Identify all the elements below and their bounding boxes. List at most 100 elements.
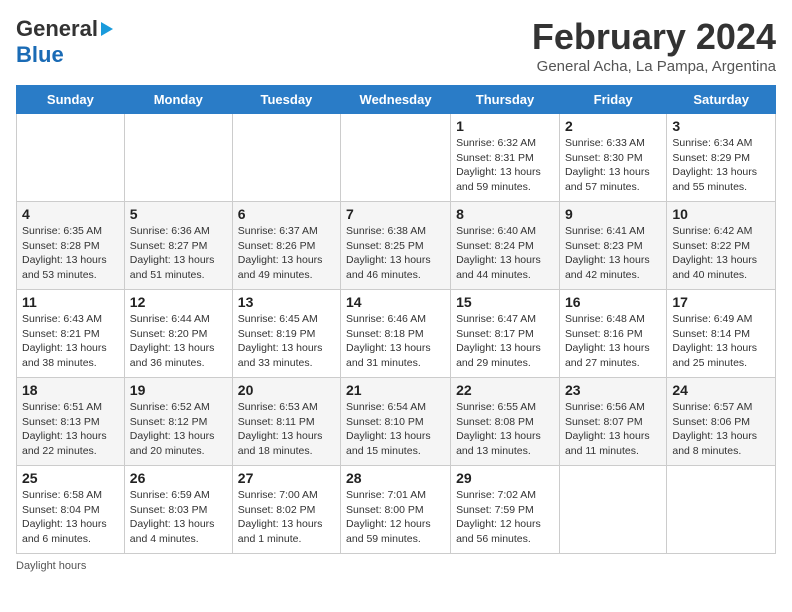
day-info: Sunrise: 6:43 AM Sunset: 8:21 PM Dayligh… bbox=[22, 312, 119, 371]
day-info: Sunrise: 6:40 AM Sunset: 8:24 PM Dayligh… bbox=[456, 224, 554, 283]
day-number: 15 bbox=[456, 294, 554, 310]
calendar-cell: 7 Sunrise: 6:38 AM Sunset: 8:25 PM Daylig… bbox=[341, 202, 451, 290]
calendar-cell: 18Sunrise: 6:51 AM Sunset: 8:13 PM Dayli… bbox=[17, 378, 125, 466]
day-info: Sunrise: 6:53 AM Sunset: 8:11 PM Dayligh… bbox=[238, 400, 335, 459]
calendar-cell bbox=[17, 114, 125, 202]
day-info: Sunrise: 6:57 AM Sunset: 8:06 PM Dayligh… bbox=[672, 400, 770, 459]
calendar-table: SundayMondayTuesdayWednesdayThursdayFrid… bbox=[16, 85, 776, 554]
calendar-day-header: Friday bbox=[559, 86, 666, 114]
calendar-day-header: Thursday bbox=[451, 86, 560, 114]
calendar-cell: 6 Sunrise: 6:37 AM Sunset: 8:26 PM Daylig… bbox=[232, 202, 340, 290]
calendar-cell: 2 Sunrise: 6:33 AM Sunset: 8:30 PM Daylig… bbox=[559, 114, 666, 202]
calendar-cell: 13 Sunrise: 6:45 AM Sunset: 8:19 PM Dayli… bbox=[232, 290, 340, 378]
day-info: Sunrise: 6:52 AM Sunset: 8:12 PM Dayligh… bbox=[130, 400, 227, 459]
day-info: Sunrise: 6:38 AM Sunset: 8:25 PM Dayligh… bbox=[346, 224, 445, 283]
day-info: Sunrise: 6:46 AM Sunset: 8:18 PM Dayligh… bbox=[346, 312, 445, 371]
day-number: 26 bbox=[130, 470, 227, 486]
day-info: Sunrise: 6:55 AM Sunset: 8:08 PM Dayligh… bbox=[456, 400, 554, 459]
page-title: February 2024 bbox=[532, 16, 776, 58]
day-number: 8 bbox=[456, 206, 554, 222]
calendar-cell: 5 Sunrise: 6:36 AM Sunset: 8:27 PM Daylig… bbox=[124, 202, 232, 290]
day-info: Sunrise: 6:42 AM Sunset: 8:22 PM Dayligh… bbox=[672, 224, 770, 283]
calendar-cell: 3Sunrise: 6:34 AM Sunset: 8:29 PM Daylig… bbox=[667, 114, 776, 202]
calendar-cell: 26 Sunrise: 6:59 AM Sunset: 8:03 PM Dayli… bbox=[124, 466, 232, 554]
calendar-week-row: 25 Sunrise: 6:58 AM Sunset: 8:04 PM Dayli… bbox=[17, 466, 776, 554]
logo: General Blue bbox=[16, 16, 114, 68]
calendar-day-header: Wednesday bbox=[341, 86, 451, 114]
day-info: Sunrise: 6:35 AM Sunset: 8:28 PM Dayligh… bbox=[22, 224, 119, 283]
day-info: Sunrise: 6:58 AM Sunset: 8:04 PM Dayligh… bbox=[22, 488, 119, 547]
day-number: 4 bbox=[22, 206, 119, 222]
day-info: Sunrise: 7:01 AM Sunset: 8:00 PM Dayligh… bbox=[346, 488, 445, 547]
calendar-cell: 19 Sunrise: 6:52 AM Sunset: 8:12 PM Dayli… bbox=[124, 378, 232, 466]
calendar-body: 1 Sunrise: 6:32 AM Sunset: 8:31 PM Daylig… bbox=[17, 114, 776, 554]
day-info: Sunrise: 6:48 AM Sunset: 8:16 PM Dayligh… bbox=[565, 312, 661, 371]
day-number: 23 bbox=[565, 382, 661, 398]
day-number: 13 bbox=[238, 294, 335, 310]
day-info: Sunrise: 7:00 AM Sunset: 8:02 PM Dayligh… bbox=[238, 488, 335, 547]
calendar-cell: 12Sunrise: 6:44 AM Sunset: 8:20 PM Dayli… bbox=[124, 290, 232, 378]
day-info: Sunrise: 6:44 AM Sunset: 8:20 PM Dayligh… bbox=[130, 312, 227, 371]
calendar-cell: 20Sunrise: 6:53 AM Sunset: 8:11 PM Dayli… bbox=[232, 378, 340, 466]
day-info: Sunrise: 6:37 AM Sunset: 8:26 PM Dayligh… bbox=[238, 224, 335, 283]
day-number: 19 bbox=[130, 382, 227, 398]
day-number: 6 bbox=[238, 206, 335, 222]
logo-general: General bbox=[16, 16, 98, 42]
day-number: 18 bbox=[22, 382, 119, 398]
day-number: 5 bbox=[130, 206, 227, 222]
day-number: 21 bbox=[346, 382, 445, 398]
day-number: 14 bbox=[346, 294, 445, 310]
day-info: Sunrise: 6:32 AM Sunset: 8:31 PM Dayligh… bbox=[456, 136, 554, 195]
day-info: Sunrise: 6:45 AM Sunset: 8:19 PM Dayligh… bbox=[238, 312, 335, 371]
calendar-cell bbox=[232, 114, 340, 202]
calendar-cell bbox=[341, 114, 451, 202]
calendar-cell: 9 Sunrise: 6:41 AM Sunset: 8:23 PM Daylig… bbox=[559, 202, 666, 290]
calendar-day-header: Monday bbox=[124, 86, 232, 114]
calendar-cell: 23 Sunrise: 6:56 AM Sunset: 8:07 PM Dayli… bbox=[559, 378, 666, 466]
page-subtitle: General Acha, La Pampa, Argentina bbox=[532, 58, 776, 75]
calendar-week-row: 18Sunrise: 6:51 AM Sunset: 8:13 PM Dayli… bbox=[17, 378, 776, 466]
calendar-cell: 24 Sunrise: 6:57 AM Sunset: 8:06 PM Dayli… bbox=[667, 378, 776, 466]
day-number: 24 bbox=[672, 382, 770, 398]
calendar-week-row: 11Sunrise: 6:43 AM Sunset: 8:21 PM Dayli… bbox=[17, 290, 776, 378]
calendar-day-header: Sunday bbox=[17, 86, 125, 114]
calendar-cell: 8 Sunrise: 6:40 AM Sunset: 8:24 PM Daylig… bbox=[451, 202, 560, 290]
calendar-cell: 25 Sunrise: 6:58 AM Sunset: 8:04 PM Dayli… bbox=[17, 466, 125, 554]
day-info: Sunrise: 6:47 AM Sunset: 8:17 PM Dayligh… bbox=[456, 312, 554, 371]
calendar-cell bbox=[559, 466, 666, 554]
calendar-day-header: Saturday bbox=[667, 86, 776, 114]
day-number: 25 bbox=[22, 470, 119, 486]
day-info: Sunrise: 6:41 AM Sunset: 8:23 PM Dayligh… bbox=[565, 224, 661, 283]
day-number: 16 bbox=[565, 294, 661, 310]
day-number: 3 bbox=[672, 118, 770, 134]
header: General Blue February 2024 General Acha,… bbox=[16, 16, 776, 75]
day-info: Sunrise: 6:36 AM Sunset: 8:27 PM Dayligh… bbox=[130, 224, 227, 283]
title-area: February 2024 General Acha, La Pampa, Ar… bbox=[532, 16, 776, 75]
calendar-day-header: Tuesday bbox=[232, 86, 340, 114]
day-number: 17 bbox=[672, 294, 770, 310]
calendar-footer: Daylight hours bbox=[16, 560, 776, 572]
calendar-cell: 4 Sunrise: 6:35 AM Sunset: 8:28 PM Daylig… bbox=[17, 202, 125, 290]
day-number: 29 bbox=[456, 470, 554, 486]
day-number: 9 bbox=[565, 206, 661, 222]
calendar-week-row: 1 Sunrise: 6:32 AM Sunset: 8:31 PM Daylig… bbox=[17, 114, 776, 202]
calendar-cell: 27Sunrise: 7:00 AM Sunset: 8:02 PM Dayli… bbox=[232, 466, 340, 554]
calendar-cell bbox=[667, 466, 776, 554]
day-info: Sunrise: 6:56 AM Sunset: 8:07 PM Dayligh… bbox=[565, 400, 661, 459]
day-number: 7 bbox=[346, 206, 445, 222]
day-info: Sunrise: 6:33 AM Sunset: 8:30 PM Dayligh… bbox=[565, 136, 661, 195]
calendar-cell: 14 Sunrise: 6:46 AM Sunset: 8:18 PM Dayli… bbox=[341, 290, 451, 378]
calendar-week-row: 4 Sunrise: 6:35 AM Sunset: 8:28 PM Daylig… bbox=[17, 202, 776, 290]
calendar-cell: 29Sunrise: 7:02 AM Sunset: 7:59 PM Dayli… bbox=[451, 466, 560, 554]
calendar-cell: 17 Sunrise: 6:49 AM Sunset: 8:14 PM Dayli… bbox=[667, 290, 776, 378]
day-number: 22 bbox=[456, 382, 554, 398]
calendar-header-row: SundayMondayTuesdayWednesdayThursdayFrid… bbox=[17, 86, 776, 114]
day-info: Sunrise: 6:59 AM Sunset: 8:03 PM Dayligh… bbox=[130, 488, 227, 547]
day-info: Sunrise: 6:54 AM Sunset: 8:10 PM Dayligh… bbox=[346, 400, 445, 459]
day-number: 2 bbox=[565, 118, 661, 134]
calendar-cell: 16 Sunrise: 6:48 AM Sunset: 8:16 PM Dayli… bbox=[559, 290, 666, 378]
day-number: 1 bbox=[456, 118, 554, 134]
day-number: 10 bbox=[672, 206, 770, 222]
day-info: Sunrise: 6:49 AM Sunset: 8:14 PM Dayligh… bbox=[672, 312, 770, 371]
logo-arrow-icon bbox=[101, 22, 113, 36]
